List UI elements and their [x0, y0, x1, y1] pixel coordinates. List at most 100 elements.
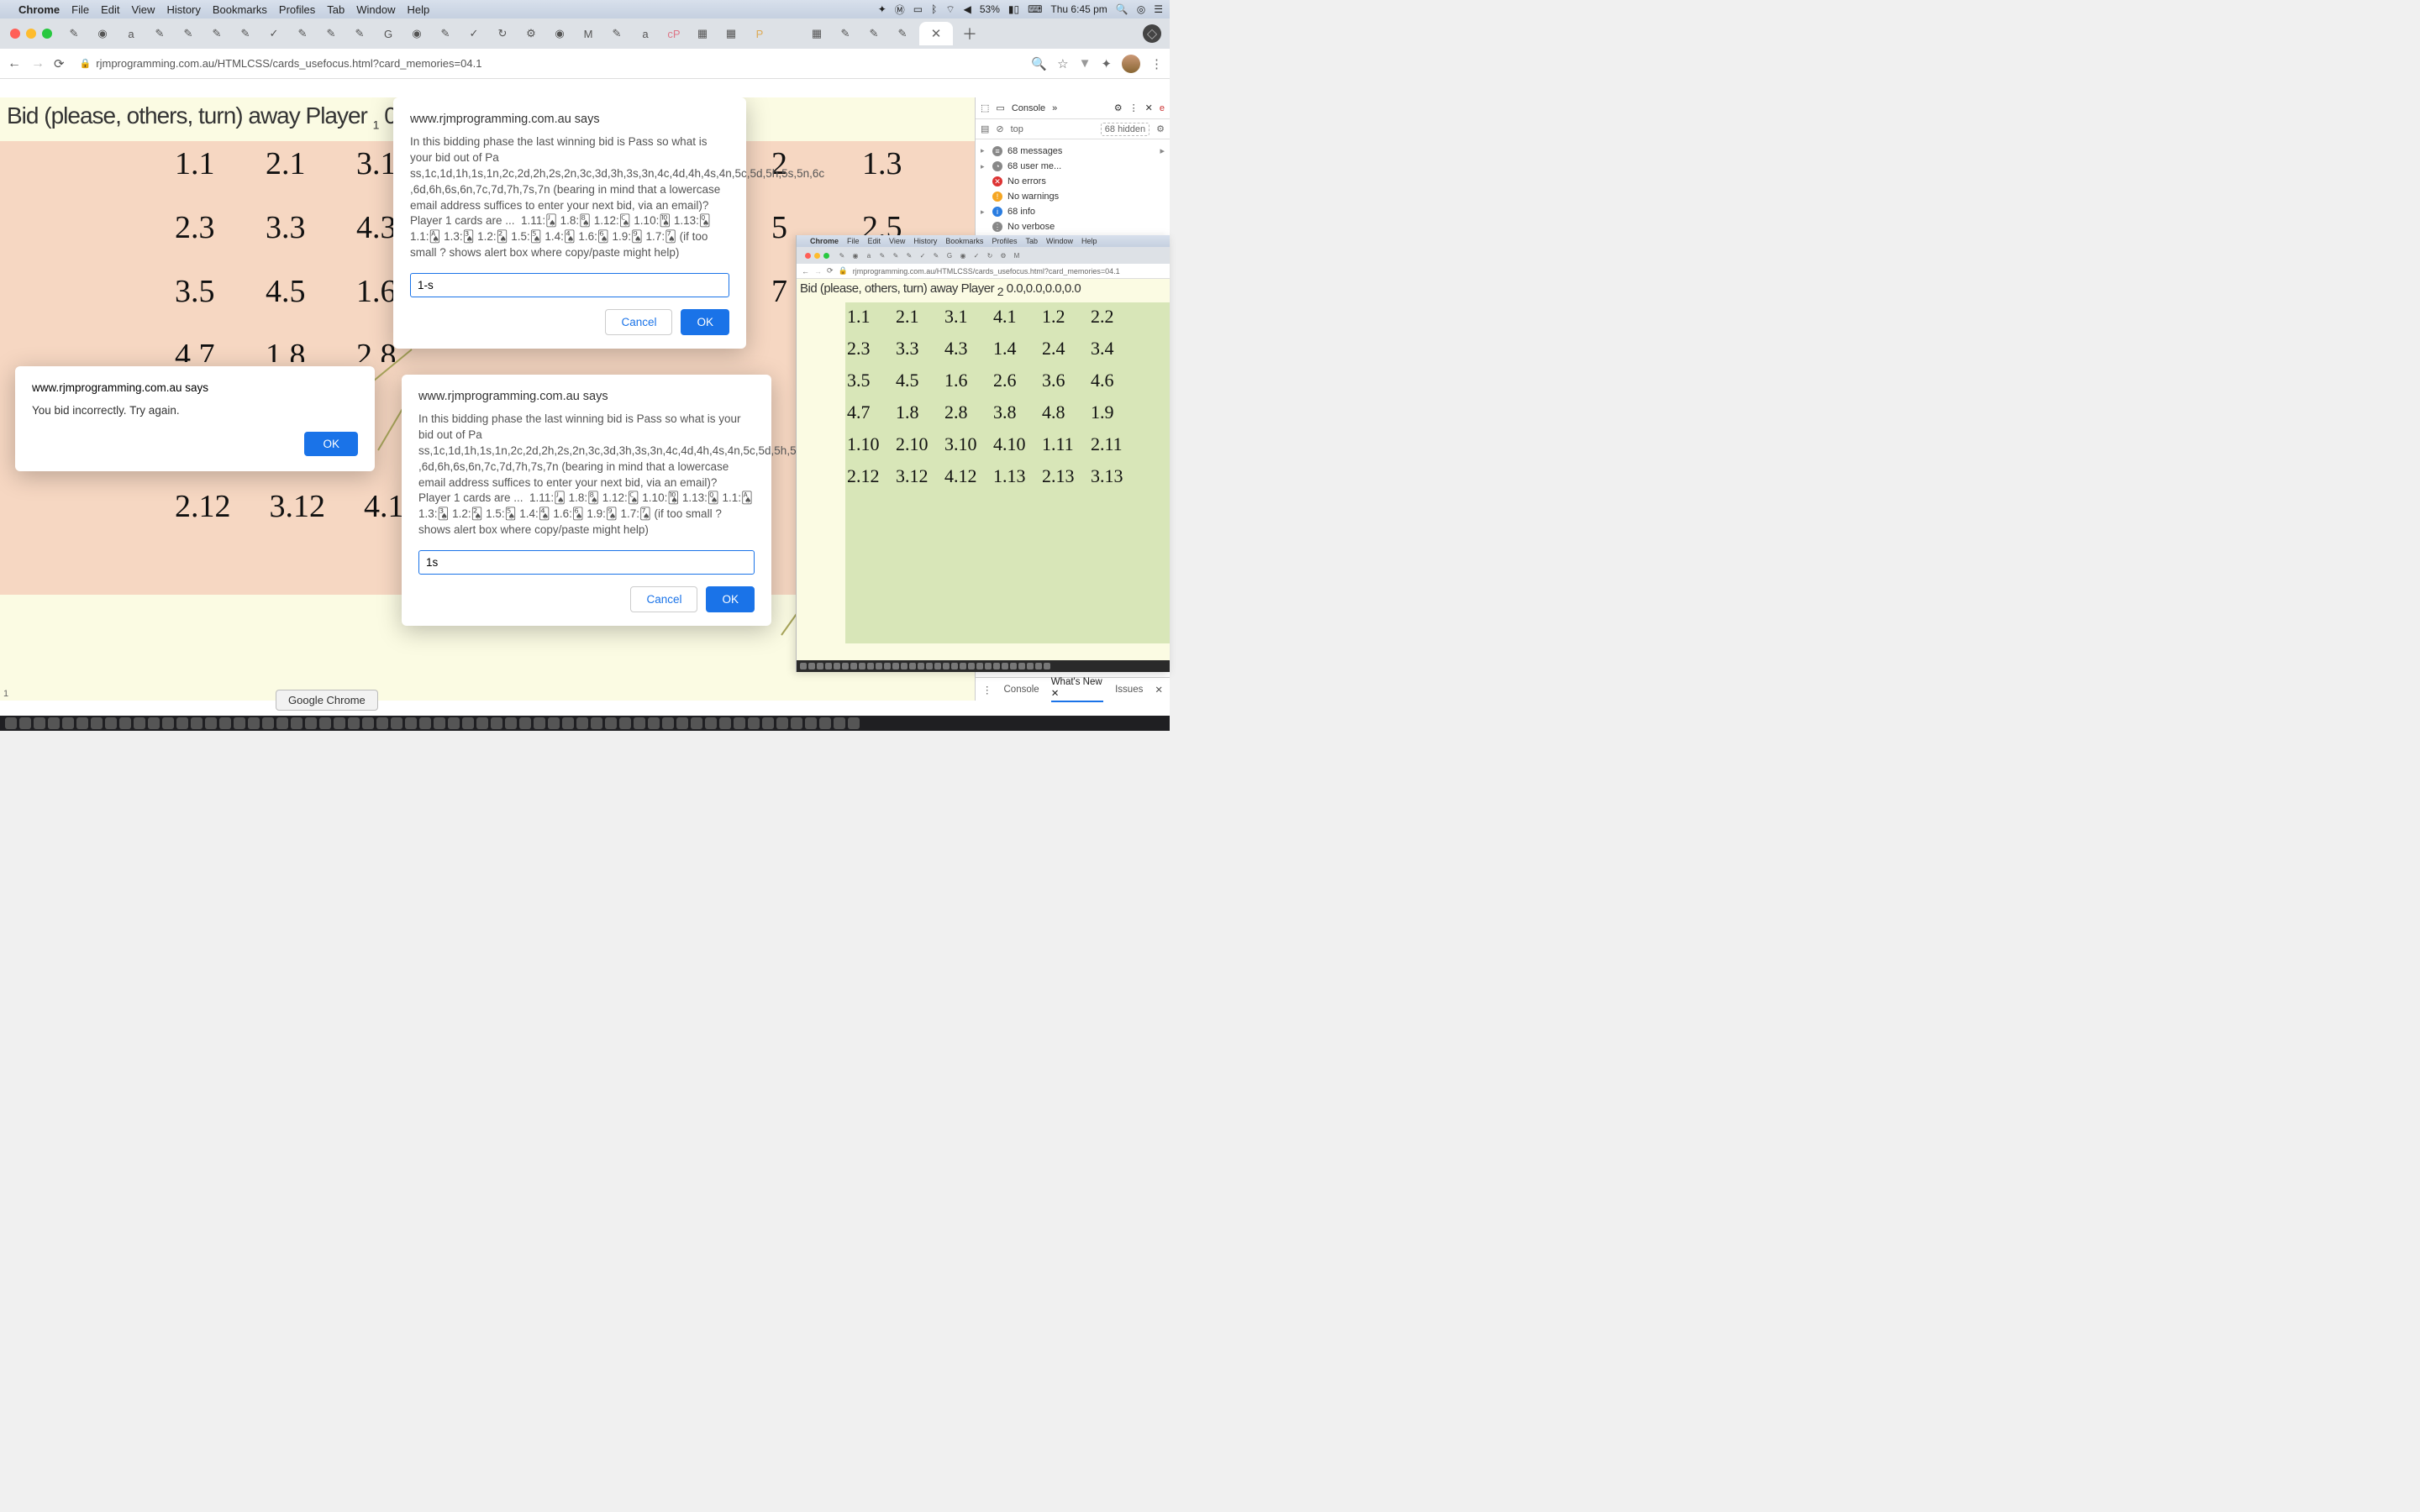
tab-icon[interactable] [776, 22, 800, 45]
dock-app-icon[interactable] [662, 717, 674, 729]
new-tab-button[interactable]: ＋ [958, 22, 981, 45]
dock-app-icon[interactable] [276, 717, 288, 729]
dock-app-icon[interactable] [76, 717, 88, 729]
status-icon[interactable]: ✦ [878, 3, 886, 15]
dock-app-icon[interactable] [791, 717, 802, 729]
dock-app-icon[interactable] [5, 717, 17, 729]
kebab-icon[interactable]: ⋮ [1129, 102, 1139, 113]
dock-app-icon[interactable] [491, 717, 502, 729]
count-row[interactable]: ▸≡68 messages▸ [981, 143, 1165, 159]
tab-icon[interactable]: ▦ [719, 22, 743, 45]
tab-icon[interactable]: ✎ [348, 22, 371, 45]
star-icon[interactable]: ☆ [1057, 56, 1068, 71]
dock-app-icon[interactable] [34, 717, 45, 729]
tab-icon[interactable]: ◉ [548, 22, 571, 45]
address-bar[interactable]: 🔒 rjmprogramming.com.au/HTMLCSS/cards_us… [73, 57, 1023, 70]
card-cell[interactable]: 3.5 [175, 273, 227, 310]
dock-app-icon[interactable] [234, 717, 245, 729]
minimize-window-icon[interactable] [26, 29, 36, 39]
menu-file[interactable]: File [71, 3, 89, 16]
dock-app-icon[interactable] [434, 717, 445, 729]
dock-app-icon[interactable] [391, 717, 402, 729]
tab-icon[interactable]: ✎ [234, 22, 257, 45]
dock-app-icon[interactable] [591, 717, 602, 729]
cancel-button[interactable]: Cancel [630, 586, 697, 612]
forward-button[interactable]: → [30, 56, 45, 71]
dock-app-icon[interactable] [605, 717, 617, 729]
dock-app-icon[interactable] [691, 717, 702, 729]
dock-app-icon[interactable] [748, 717, 760, 729]
dock-app-icon[interactable] [648, 717, 660, 729]
dock-app-icon[interactable] [476, 717, 488, 729]
dock-app-icon[interactable] [134, 717, 145, 729]
menu-edit[interactable]: Edit [101, 3, 119, 16]
card-cell[interactable]: 2.3 [175, 209, 227, 246]
inspect-icon[interactable]: ⬚ [981, 102, 989, 113]
dock-app-icon[interactable] [62, 717, 74, 729]
siri-icon[interactable]: ◎ [1137, 3, 1145, 15]
card-cell[interactable]: 3.12 [270, 488, 326, 525]
tab-icon[interactable]: ✎ [891, 22, 914, 45]
tab-icon[interactable]: M [576, 22, 600, 45]
reload-button[interactable]: ⟳ [54, 56, 65, 71]
menu-profiles[interactable]: Profiles [279, 3, 315, 16]
ok-button[interactable]: OK [304, 432, 358, 456]
dock-app-icon[interactable] [519, 717, 531, 729]
dock-app-icon[interactable] [819, 717, 831, 729]
dock-app-icon[interactable] [191, 717, 203, 729]
ok-button[interactable]: OK [706, 586, 755, 612]
tab-icon[interactable]: ✎ [862, 22, 886, 45]
dock-app-icon[interactable] [262, 717, 274, 729]
drawer-close-icon[interactable]: ✕ [1155, 684, 1163, 696]
tab-icon[interactable]: ↻ [491, 22, 514, 45]
dock-app-icon[interactable] [619, 717, 631, 729]
dock-app-icon[interactable] [548, 717, 560, 729]
close-window-icon[interactable] [10, 29, 20, 39]
dock-app-icon[interactable] [834, 717, 845, 729]
card-cell[interactable]: 4.7 [175, 337, 227, 362]
back-button[interactable]: ← [7, 56, 22, 71]
dock-app-icon[interactable] [462, 717, 474, 729]
dock-app-icon[interactable] [376, 717, 388, 729]
drawer-menu-icon[interactable]: ⋮ [982, 684, 992, 696]
tab-icon[interactable]: cP [662, 22, 686, 45]
close-icon[interactable]: ✕ [1145, 102, 1153, 113]
menu-history[interactable]: History [166, 3, 200, 16]
dock-app-icon[interactable] [576, 717, 588, 729]
count-row[interactable]: ⋮No verbose [981, 219, 1165, 234]
tab-icon[interactable]: a [119, 22, 143, 45]
chrome-profile-avatar[interactable]: ◇ [1143, 24, 1161, 43]
tab-icon[interactable]: ✎ [434, 22, 457, 45]
dock-app-icon[interactable] [776, 717, 788, 729]
count-row[interactable]: ✕No errors [981, 174, 1165, 189]
control-center-icon[interactable]: ☰ [1154, 3, 1163, 15]
forward-button[interactable]: → [814, 267, 822, 276]
tab-icon[interactable]: ✎ [148, 22, 171, 45]
dock-app-icon[interactable] [91, 717, 103, 729]
prompt-input[interactable] [418, 550, 755, 575]
dock-app-icon[interactable] [562, 717, 574, 729]
tab-icon[interactable]: ▦ [691, 22, 714, 45]
dock-app-icon[interactable] [719, 717, 731, 729]
dock-app-icon[interactable] [362, 717, 374, 729]
dock-app-icon[interactable] [676, 717, 688, 729]
tab-icon[interactable]: ⚙ [519, 22, 543, 45]
tab-icon[interactable]: ✓ [262, 22, 286, 45]
reload-button[interactable]: ⟳ [827, 266, 834, 276]
menu-view[interactable]: View [131, 3, 155, 16]
dock-app-icon[interactable] [405, 717, 417, 729]
input-icon[interactable]: ⌨ [1028, 3, 1042, 15]
drawer-whatsnew[interactable]: What's New ✕ [1051, 677, 1103, 702]
wifi-icon[interactable]: ⌔ [945, 3, 955, 16]
tab-icon[interactable]: ◉ [91, 22, 114, 45]
context-selector[interactable]: top [1011, 124, 1023, 134]
tab-icon[interactable]: P [748, 22, 771, 45]
back-button[interactable]: ← [802, 267, 809, 276]
dock-app-icon[interactable] [419, 717, 431, 729]
tab-icon[interactable]: ✎ [176, 22, 200, 45]
bluetooth-icon[interactable]: ᛒ [931, 3, 937, 15]
profile-avatar[interactable] [1122, 55, 1140, 73]
card-cell[interactable]: 3.3 [266, 209, 318, 246]
dock-app-icon[interactable] [805, 717, 817, 729]
tab-icon[interactable]: ✎ [605, 22, 629, 45]
